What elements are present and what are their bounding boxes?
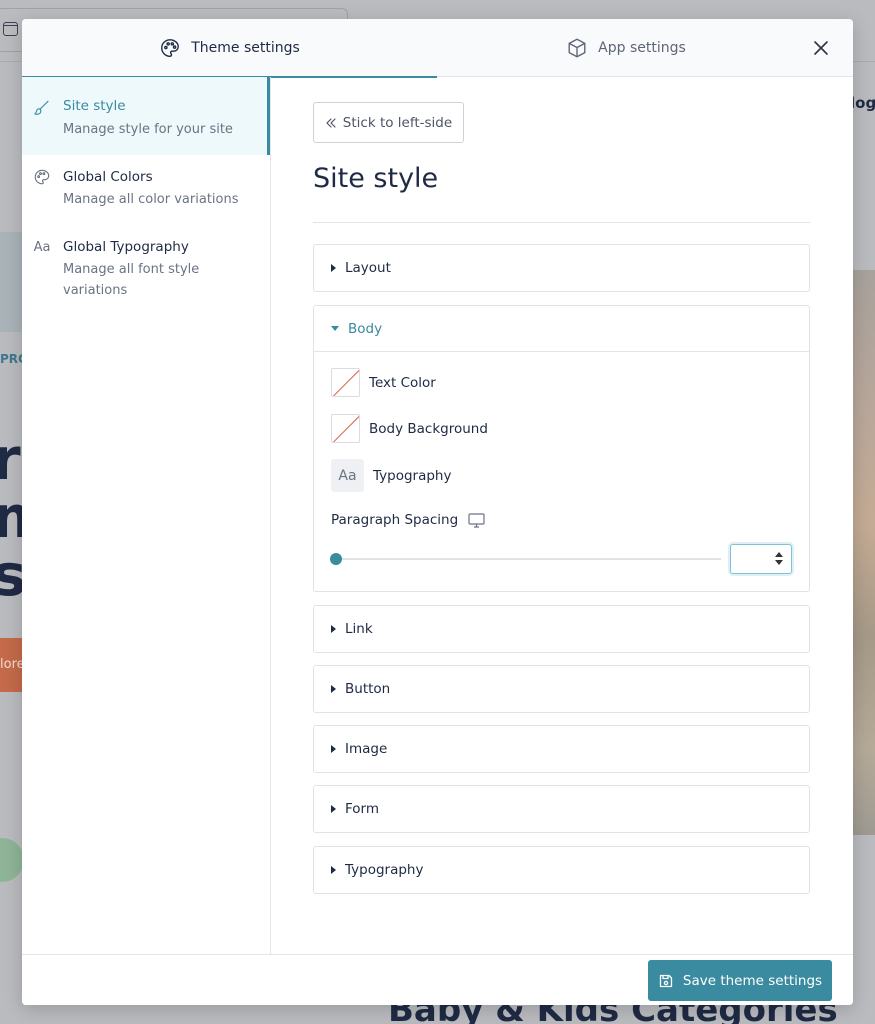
save-theme-settings-button[interactable]: Save theme settings	[648, 960, 832, 1001]
caret-right-icon	[331, 805, 336, 813]
accordion-header-image[interactable]: Image	[314, 726, 809, 772]
background-photo	[852, 270, 875, 835]
accordion-body: Body Text Color Body Background Aa Typog…	[313, 305, 810, 592]
accordion-header-body[interactable]: Body	[314, 306, 809, 352]
modal-header: Theme settings App settings	[22, 19, 853, 78]
palette-icon	[159, 37, 181, 59]
theme-settings-modal: Theme settings App settings Site style M…	[22, 19, 853, 1005]
caret-down-icon	[331, 326, 339, 331]
accordion-label: Link	[345, 621, 373, 637]
tab-label: Theme settings	[191, 40, 300, 56]
paragraph-spacing-label: Paragraph Spacing	[331, 512, 459, 528]
accordion-header-typography[interactable]: Typography	[314, 847, 809, 893]
window-icon	[3, 22, 18, 36]
accordion-header-layout[interactable]: Layout	[314, 245, 809, 291]
site-style-panel: Stick to left-side Site style Layout Bod…	[272, 77, 853, 954]
close-button[interactable]	[810, 37, 832, 59]
tab-app-settings[interactable]: App settings	[437, 19, 815, 77]
brush-icon	[33, 99, 51, 117]
typography-setting[interactable]: Aa Typography	[331, 459, 451, 492]
text-color-swatch[interactable]	[331, 368, 360, 397]
divider	[313, 222, 810, 223]
settings-sidebar: Site style Manage style for your site Gl…	[22, 77, 271, 954]
accordion-label: Image	[345, 741, 388, 757]
tab-label: App settings	[598, 40, 686, 56]
slider-handle[interactable]	[330, 553, 342, 565]
accordion-header-button[interactable]: Button	[314, 666, 809, 712]
accordion-label: Form	[345, 801, 380, 817]
text-color-setting[interactable]: Text Color	[331, 368, 436, 397]
box-icon	[566, 37, 588, 59]
close-icon	[814, 41, 828, 55]
background-cta-label: lore	[0, 657, 22, 672]
background-cta-button: lore	[0, 638, 22, 692]
typography-icon[interactable]: Aa	[331, 459, 364, 492]
accordion-label: Body	[348, 320, 383, 337]
caret-right-icon	[331, 625, 336, 633]
modal-footer: Save theme settings	[22, 954, 853, 1005]
background-nav-text: log	[850, 94, 875, 112]
paragraph-spacing-input[interactable]	[730, 544, 792, 574]
double-chevron-left-icon	[326, 117, 336, 128]
accordion-label: Button	[345, 681, 391, 697]
sidebar-item-title: Global Colors	[63, 169, 153, 185]
stick-to-left-button[interactable]: Stick to left-side	[313, 102, 464, 143]
page-title: Site style	[313, 163, 439, 194]
save-icon	[659, 974, 673, 987]
body-background-setting[interactable]: Body Background	[331, 414, 488, 443]
body-background-swatch[interactable]	[331, 414, 360, 443]
typography-icon: Aa	[33, 239, 51, 255]
accordion-link: Link	[313, 605, 810, 653]
caret-right-icon	[331, 264, 336, 272]
sidebar-item-site-style[interactable]: Site style Manage style for your site	[22, 77, 270, 155]
sidebar-item-title: Global Typography	[63, 239, 189, 255]
desktop-icon[interactable]	[468, 512, 485, 528]
accordion-button: Button	[313, 665, 810, 713]
accordion-form: Form	[313, 785, 810, 833]
text-color-label: Text Color	[369, 374, 436, 391]
save-button-label: Save theme settings	[682, 972, 823, 989]
sidebar-item-title: Site style	[63, 98, 126, 114]
typography-label: Typography	[373, 467, 452, 484]
background-decor-circle	[0, 838, 24, 882]
accordion-label: Layout	[345, 260, 391, 276]
accordion-layout: Layout	[313, 244, 810, 292]
paragraph-spacing-setting: Paragraph Spacing	[331, 512, 485, 528]
accordion-header-link[interactable]: Link	[314, 606, 809, 652]
caret-right-icon	[331, 866, 336, 874]
background-banner	[0, 232, 22, 332]
stick-to-left-label: Stick to left-side	[342, 114, 453, 131]
accordion-label: Typography	[345, 862, 424, 878]
body-settings: Text Color Body Background Aa Typography…	[314, 352, 809, 591]
sidebar-item-global-typography[interactable]: Aa Global Typography Manage all font sty…	[22, 225, 270, 305]
caret-right-icon	[331, 685, 336, 693]
sidebar-item-description: Manage all font style variations	[63, 262, 200, 298]
sidebar-item-global-colors[interactable]: Global Colors Manage all color variation…	[22, 155, 270, 225]
accordion-typography: Typography	[313, 846, 810, 894]
accordion-image: Image	[313, 725, 810, 773]
paragraph-spacing-slider[interactable]	[330, 553, 721, 565]
background-heading-fragment: r	[0, 425, 21, 493]
accordion-header-form[interactable]: Form	[314, 786, 809, 832]
caret-right-icon	[331, 745, 336, 753]
sidebar-item-description: Manage all color variations	[63, 192, 239, 207]
body-background-label: Body Background	[369, 420, 488, 437]
tab-theme-settings[interactable]: Theme settings	[22, 19, 437, 78]
sidebar-item-description: Manage style for your site	[63, 122, 233, 137]
palette-icon	[33, 168, 51, 186]
